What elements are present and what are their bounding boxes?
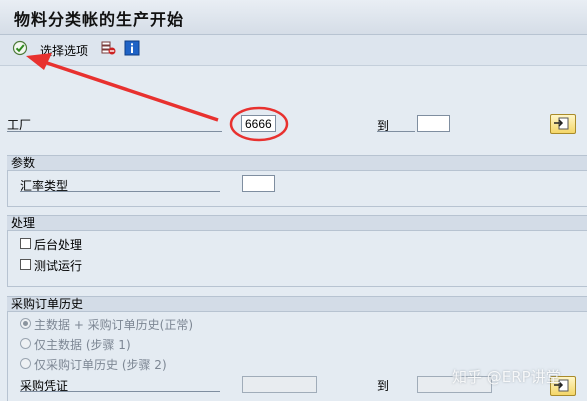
- radio-master-only-label: 仅主数据 (步骤 1): [34, 338, 131, 352]
- parameters-group: [7, 171, 587, 207]
- plant-to-field[interactable]: [417, 115, 450, 132]
- radio-master-and-po-history-label: 主数据 + 采购订单历史(正常): [34, 318, 194, 332]
- processing-group: [7, 231, 587, 287]
- plant-to-underline: [377, 131, 415, 132]
- purchasing-document-underline: [20, 391, 220, 392]
- test-run-label: 测试运行: [34, 259, 83, 273]
- toolbar: 选择选项: [0, 35, 587, 66]
- select-options-button[interactable]: 选择选项: [40, 42, 88, 59]
- background-processing-label: 后台处理: [34, 238, 83, 252]
- radio-master-and-po-history[interactable]: [20, 318, 31, 329]
- exchange-rate-type-field[interactable]: [242, 175, 275, 192]
- radio-po-history-only[interactable]: [20, 358, 31, 369]
- page-title: 物料分类帐的生产开始: [14, 10, 185, 29]
- multiple-selection-icon: [554, 117, 569, 130]
- processing-group-header: 处理: [7, 215, 587, 231]
- delete-selection-icon[interactable]: [100, 40, 116, 56]
- watermark: 知乎 @ERP讲堂: [452, 368, 561, 386]
- purchasing-document-to-label: 到: [377, 379, 390, 393]
- execute-icon[interactable]: [12, 40, 28, 56]
- info-icon[interactable]: [124, 40, 140, 56]
- exchange-rate-type-underline: [20, 191, 220, 192]
- test-run-checkbox[interactable]: [20, 259, 31, 270]
- multiple-selection-button[interactable]: [550, 114, 576, 134]
- plant-from-field[interactable]: [241, 115, 276, 132]
- parameters-group-header: 参数: [7, 155, 587, 171]
- radio-master-only[interactable]: [20, 338, 31, 349]
- plant-label-underline: [7, 131, 222, 132]
- radio-po-history-only-label: 仅采购订单历史 (步骤 2): [34, 358, 167, 372]
- purchasing-document-from-field[interactable]: [242, 376, 317, 393]
- background-processing-checkbox[interactable]: [20, 238, 31, 249]
- po-history-group-header: 采购订单历史: [7, 296, 587, 312]
- title-bar: 物料分类帐的生产开始: [0, 0, 587, 35]
